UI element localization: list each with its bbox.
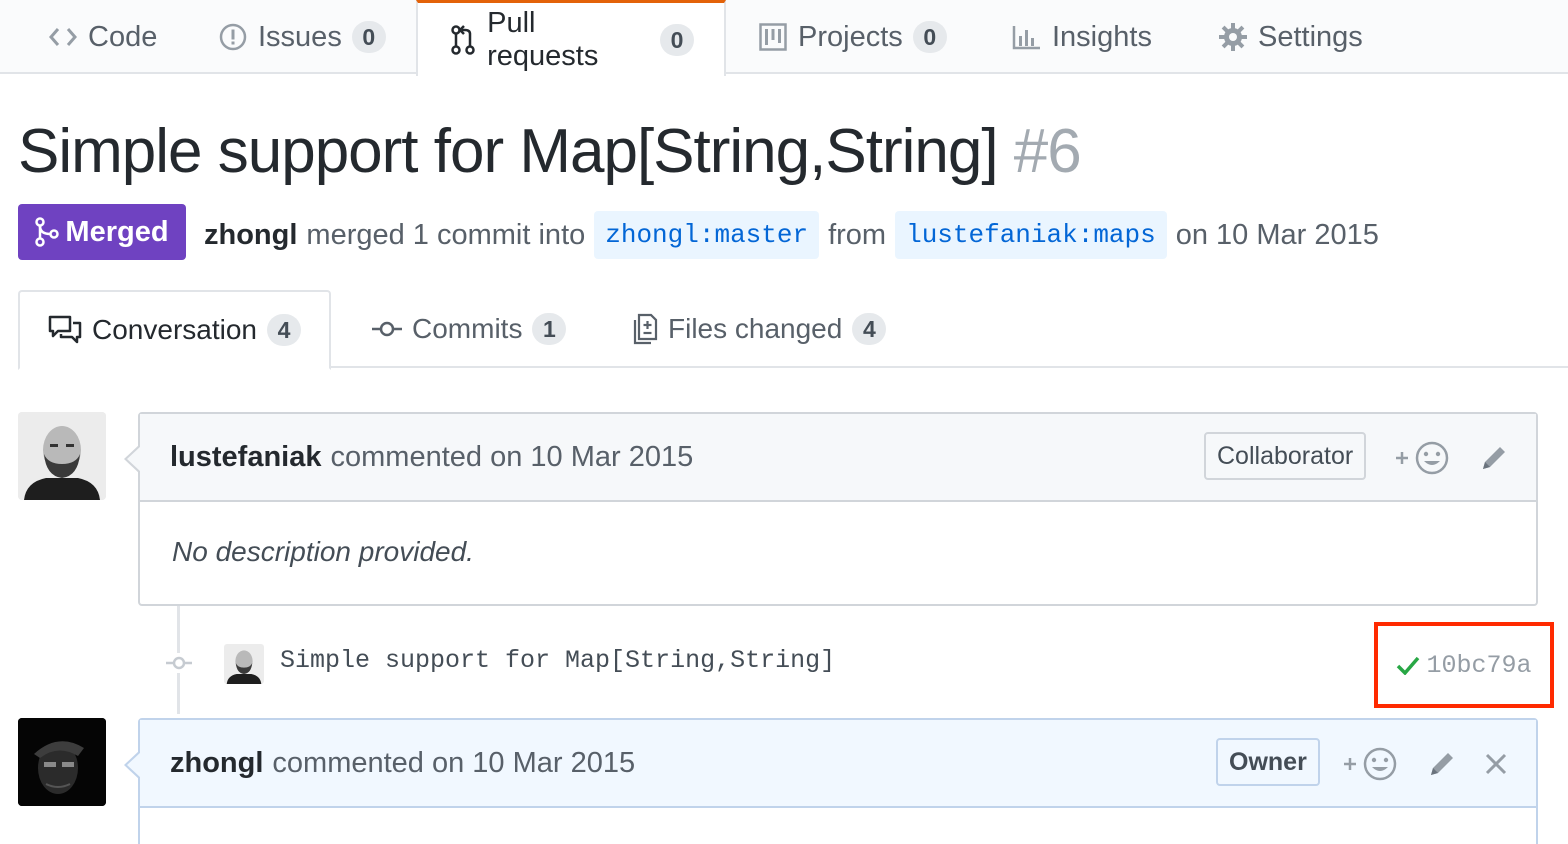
avatar-zhongl-image (18, 718, 106, 806)
pr-from-text: from (828, 218, 887, 251)
pr-merged-text: merged 1 commit into (306, 218, 586, 251)
tab-commits-label: Commits (412, 313, 523, 344)
code-icon (48, 22, 78, 52)
git-pull-request-icon (448, 24, 477, 55)
commit-row: Simple support for Map[String,String] 10… (0, 614, 1568, 712)
commits-count: 1 (532, 313, 567, 345)
delete-comment-button[interactable] (1478, 746, 1514, 782)
git-merge-icon (35, 217, 60, 247)
avatar-lustefaniak[interactable] (18, 412, 106, 500)
issues-count: 0 (351, 21, 386, 53)
comment-timestamp[interactable]: commented on 10 Mar 2015 (331, 441, 694, 474)
add-reaction-button[interactable] (1342, 744, 1400, 784)
smiley-icon (1344, 747, 1397, 781)
reponav-issues[interactable]: Issues 0 (218, 0, 386, 74)
avatar-zhongl[interactable] (18, 718, 106, 806)
pencil-icon (1483, 447, 1505, 469)
comment-header: lustefaniak commented on 10 Mar 2015 Col… (140, 414, 1536, 502)
issue-opened-icon (218, 22, 248, 52)
reponav-insights-label: Insights (1052, 20, 1152, 53)
commit-author-avatar-image (224, 644, 264, 684)
merged-state-label: Merged (65, 215, 169, 248)
reponav-code-label: Code (88, 20, 158, 53)
avatar-lustefaniak-image (18, 412, 106, 500)
project-icon (758, 22, 788, 52)
pr-number: #6 (1013, 117, 1082, 186)
pr-date-text: on 10 Mar 2015 (1175, 218, 1379, 251)
comment-discussion-icon (48, 315, 82, 345)
comment-caret-inner (127, 446, 141, 472)
tab-files-changed-label: Files changed (668, 313, 843, 344)
comment-zhongl: zhongl commented on 10 Mar 2015 Owner (124, 718, 1538, 844)
reponav-settings-label: Settings (1258, 20, 1363, 53)
x-icon (1485, 753, 1507, 775)
tab-conversation[interactable]: Conversation 4 (18, 290, 331, 370)
check-icon[interactable] (1396, 655, 1420, 675)
git-commit-icon (372, 320, 402, 338)
tab-commits[interactable]: Commits 1 (372, 290, 567, 368)
reponav-pull-requests-label: Pull requests (487, 6, 599, 72)
conversation-count: 4 (266, 314, 301, 346)
edit-comment-button[interactable] (1424, 746, 1460, 782)
reponav-projects-label: Projects (798, 20, 903, 53)
pr-tabnav: Conversation 4 Commits 1 Files changed 4 (18, 290, 1568, 370)
owner-label: Owner (1216, 738, 1320, 786)
reponav-insights[interactable]: Insights (1012, 0, 1152, 74)
reponav-pull-requests[interactable]: Pull requests 0 (416, 0, 726, 76)
reponav-code[interactable]: Code (48, 0, 157, 74)
comment-header: zhongl commented on 10 Mar 2015 Owner (140, 720, 1536, 808)
commit-author-avatar[interactable] (224, 644, 264, 684)
pull-requests-count: 0 (660, 23, 694, 56)
head-branch-ref[interactable]: lustefaniak:maps (895, 211, 1167, 259)
merged-state-badge: Merged (18, 204, 186, 260)
pr-author-link[interactable]: zhongl (204, 219, 297, 252)
collaborator-label: Collaborator (1204, 432, 1367, 480)
commit-sha-highlight: 10bc79a (1374, 622, 1554, 708)
add-reaction-button[interactable] (1394, 438, 1452, 478)
reponav-issues-label: Issues (258, 20, 342, 53)
tab-files-changed[interactable]: Files changed 4 (632, 290, 887, 368)
gear-icon (1218, 22, 1248, 52)
commit-sha-link[interactable]: 10bc79a (1426, 651, 1531, 680)
diff-icon (632, 313, 658, 345)
pr-title: Simple support for Map[String,String] #6 (18, 116, 1082, 187)
comment-author-link[interactable]: zhongl (170, 747, 263, 780)
comment-author-link[interactable]: lustefaniak (170, 441, 322, 474)
repo-nav: Code Issues 0 Pull requests 0 Projects 0… (0, 0, 1568, 76)
pencil-icon (1431, 753, 1453, 775)
reponav-projects[interactable]: Projects 0 (758, 0, 947, 74)
base-branch-ref[interactable]: zhongl:master (594, 211, 820, 259)
comment-caret-inner (127, 752, 141, 778)
git-commit-icon (166, 653, 192, 673)
files-changed-count: 4 (852, 313, 887, 345)
reponav-settings[interactable]: Settings (1218, 0, 1363, 74)
tab-conversation-label: Conversation (92, 314, 257, 345)
pr-title-text: Simple support for Map[String,String] (18, 117, 999, 186)
graph-icon (1012, 22, 1042, 52)
comment-body: No description provided. (172, 536, 474, 567)
smiley-icon (1396, 441, 1449, 475)
comment-lustefaniak: lustefaniak commented on 10 Mar 2015 Col… (124, 412, 1538, 606)
pr-meta: zhongl merged 1 commit into zhongl:maste… (204, 210, 1379, 260)
commit-message-link[interactable]: Simple support for Map[String,String] (280, 646, 835, 675)
edit-comment-button[interactable] (1476, 440, 1512, 476)
comment-timestamp[interactable]: commented on 10 Mar 2015 (272, 747, 635, 780)
projects-count: 0 (912, 21, 947, 53)
